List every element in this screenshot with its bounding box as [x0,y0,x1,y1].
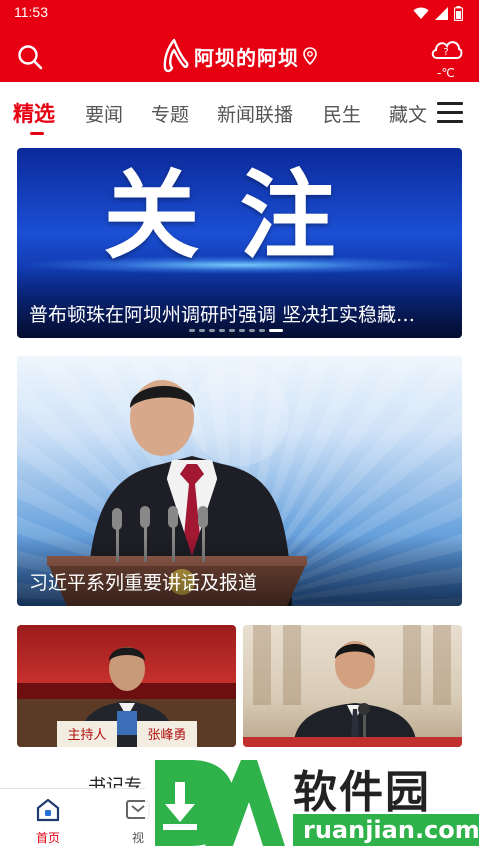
weather-unknown-glyph: ? [443,47,448,58]
carousel-dot [209,329,215,332]
tab-yaowen[interactable]: 要闻 [85,100,123,127]
tab-xinwenlianbo[interactable]: 新闻联播 [217,100,293,127]
news-thumbnail-right[interactable] [243,625,462,747]
signal-icon [435,7,448,20]
status-icons [413,6,463,21]
news-thumbnail-left[interactable]: 主持人 张峰勇 [17,625,236,747]
carousel-dot [259,329,265,332]
home-icon [36,798,60,822]
nav-label-home: 首页 [35,831,60,845]
status-time: 11:53 [14,4,48,20]
battery-icon [454,6,463,21]
tab-minsheng[interactable]: 民生 [323,100,361,127]
app-brand: 阿坝的阿坝 [160,36,320,76]
watermark-logo [155,760,285,846]
tab-zhuanti[interactable]: 专题 [151,100,189,127]
banner-carousel[interactable]: 关注 普布顿珠在阿坝州调研时强调 坚决扛实稳藏… [17,148,462,338]
carousel-dot [239,329,245,332]
app-title: 阿坝的阿坝 [194,45,299,70]
banner-image-text: 关注 [103,160,376,272]
meeting-photo: 主持人 张峰勇 [17,647,236,747]
search-icon[interactable] [16,43,44,71]
name-placard: 张峰勇 [147,728,186,743]
weather-widget[interactable]: ? -℃ [427,34,465,80]
carousel-dot [249,329,255,332]
weather-temp: -℃ [437,66,455,80]
menu-icon[interactable] [437,102,463,124]
watermark-domain: ruanjian.com [293,814,479,846]
speaker-portrait [243,625,462,747]
weather-cloud-icon: ? [431,41,463,59]
nav-item-home[interactable]: 首页 [18,797,78,846]
app-bar: 阿坝的阿坝 ? -℃ [0,26,479,82]
status-bar: 11:53 [0,0,479,26]
carousel-dot-active [269,329,283,332]
location-pin-icon[interactable] [303,47,317,65]
app-logo-icon [163,38,189,73]
feature-card[interactable]: 习近平系列重要讲话及报道 [17,356,462,606]
tab-jingxuan[interactable]: 精选 [13,98,55,128]
carousel-dot [229,329,235,332]
carousel-dot [199,329,205,332]
category-tabs: 精选 要闻 专题 新闻联播 民生 藏文 [0,82,479,140]
tab-zangwen[interactable]: 藏文 [389,100,427,127]
wifi-icon [413,7,429,19]
watermark-title: 软件园 [293,767,431,818]
chair-placard: 主持人 [67,728,106,743]
carousel-dot [189,329,195,332]
carousel-dot [219,329,225,332]
active-tab-indicator [30,132,44,135]
feature-caption[interactable]: 习近平系列重要讲话及报道 [29,568,257,595]
carousel-indicator [189,329,283,332]
site-watermark: 软件园 ruanjian.com [145,752,479,853]
banner-caption[interactable]: 普布顿珠在阿坝州调研时强调 坚决扛实稳藏… [29,300,449,327]
